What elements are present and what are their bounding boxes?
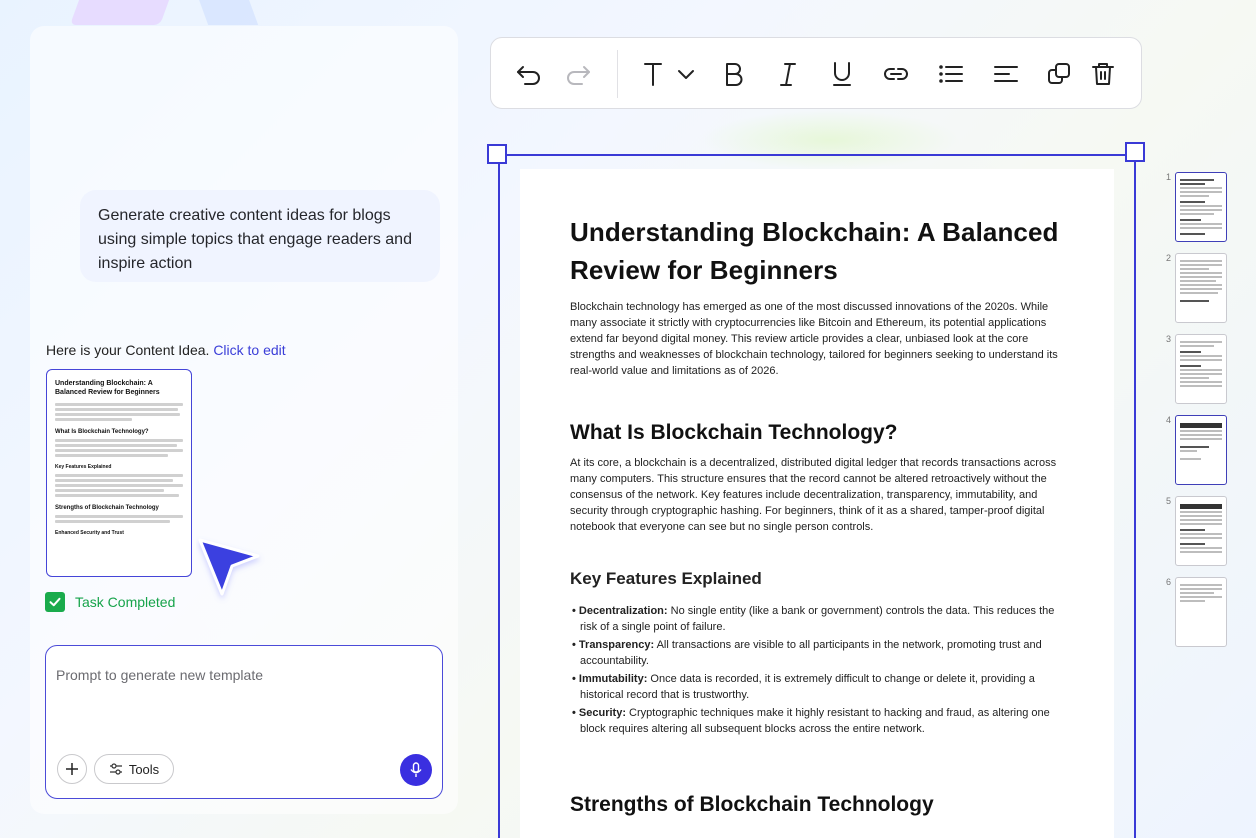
microphone-icon	[410, 762, 422, 777]
redo-icon	[567, 66, 590, 85]
toolbar-divider	[617, 50, 618, 98]
task-status: Task Completed	[45, 592, 175, 612]
resize-handle-top-left[interactable]	[487, 144, 507, 164]
page-thumbnail-3[interactable]: 3	[1160, 332, 1230, 404]
tools-button[interactable]: Tools	[94, 754, 174, 784]
tools-label: Tools	[128, 761, 160, 777]
page-thumbnail-preview	[1175, 415, 1227, 485]
redo-button[interactable]	[564, 60, 592, 88]
list-item: Decentralization: No single entity (like…	[570, 603, 1064, 635]
italic-icon	[780, 63, 796, 86]
checkbox-checked-icon	[45, 592, 65, 612]
document-title: Understanding Blockchain: A Balanced Rev…	[570, 217, 1059, 285]
preview-heading: Key Features Explained	[55, 464, 112, 470]
bold-icon	[726, 63, 743, 86]
section-heading: Strengths of Blockchain Technology	[570, 793, 934, 816]
prompt-input[interactable]	[56, 660, 426, 690]
document-page[interactable]: Understanding Blockchain: A Balanced Rev…	[520, 169, 1114, 838]
page-thumbnail-preview	[1175, 496, 1227, 566]
preview-heading: What Is Blockchain Technology?	[55, 429, 149, 435]
features-list: Decentralization: No single entity (like…	[570, 603, 1064, 737]
undo-button[interactable]	[515, 60, 543, 88]
page-thumbnail-5[interactable]: 5	[1160, 494, 1230, 566]
page-thumbnail-4[interactable]: 4	[1160, 413, 1230, 485]
preview-heading: Enhanced Security and Trust	[55, 530, 124, 536]
link-icon	[884, 68, 908, 80]
page-thumbnail-preview	[1175, 253, 1227, 323]
delete-button[interactable]	[1089, 60, 1117, 88]
resize-handle-top-right[interactable]	[1125, 142, 1145, 162]
underline-button[interactable]	[828, 60, 856, 88]
page-thumbnail-6[interactable]: 6	[1160, 575, 1230, 647]
section-heading: What Is Blockchain Technology?	[570, 421, 898, 444]
text-style-icon	[644, 63, 694, 86]
list-button[interactable]	[937, 60, 965, 88]
list-icon	[939, 65, 963, 83]
duplicate-button[interactable]	[1046, 60, 1074, 88]
list-item: Security: Cryptographic techniques make …	[570, 705, 1064, 737]
pointer-cursor-icon	[198, 538, 260, 596]
sliders-icon	[109, 763, 122, 775]
prompt-composer: Tools	[45, 645, 443, 799]
page-thumbnail-preview	[1175, 577, 1227, 647]
page-thumbnail-2[interactable]: 2	[1160, 251, 1230, 323]
trash-icon	[1092, 63, 1114, 85]
response-line: Here is your Content Idea. Click to edit	[46, 342, 286, 358]
align-left-icon	[994, 66, 1018, 82]
voice-input-button[interactable]	[400, 754, 432, 786]
page-thumbnail-1[interactable]: 1	[1160, 170, 1230, 242]
undo-icon	[517, 66, 540, 85]
link-button[interactable]	[882, 60, 910, 88]
task-status-label: Task Completed	[75, 594, 176, 610]
user-message-bubble: Generate creative content ideas for blog…	[80, 190, 440, 282]
background-decoration	[191, 0, 259, 25]
preview-title: Understanding Blockchain: A Balanced Rev…	[55, 380, 160, 396]
duplicate-icon	[1048, 63, 1070, 84]
bold-button[interactable]	[720, 60, 748, 88]
list-item: Immutability: Once data is recorded, it …	[570, 671, 1064, 703]
response-text: Here is your Content Idea.	[46, 342, 210, 358]
subsection-heading: Key Features Explained	[570, 569, 762, 588]
background-decoration	[69, 0, 181, 25]
user-message-text: Generate creative content ideas for blog…	[98, 207, 412, 272]
preview-heading: Strengths of Blockchain Technology	[55, 505, 159, 511]
content-preview-card[interactable]: Understanding Blockchain: A Balanced Rev…	[46, 369, 192, 577]
section-body: At its core, a blockchain is a decentral…	[570, 457, 1057, 533]
list-item: Transparency: All transactions are visib…	[570, 637, 1064, 669]
text-style-dropdown[interactable]	[641, 60, 701, 88]
click-to-edit-link[interactable]: Click to edit	[213, 342, 285, 358]
underline-icon	[833, 62, 851, 86]
plus-icon	[66, 763, 78, 775]
italic-button[interactable]	[774, 60, 802, 88]
add-attachment-button[interactable]	[57, 754, 87, 784]
page-thumbnail-preview	[1175, 334, 1227, 404]
page-thumbnail-preview	[1175, 172, 1227, 242]
document-intro: Blockchain technology has emerged as one…	[570, 301, 1058, 377]
align-button[interactable]	[992, 60, 1020, 88]
editor-toolbar	[490, 37, 1142, 109]
